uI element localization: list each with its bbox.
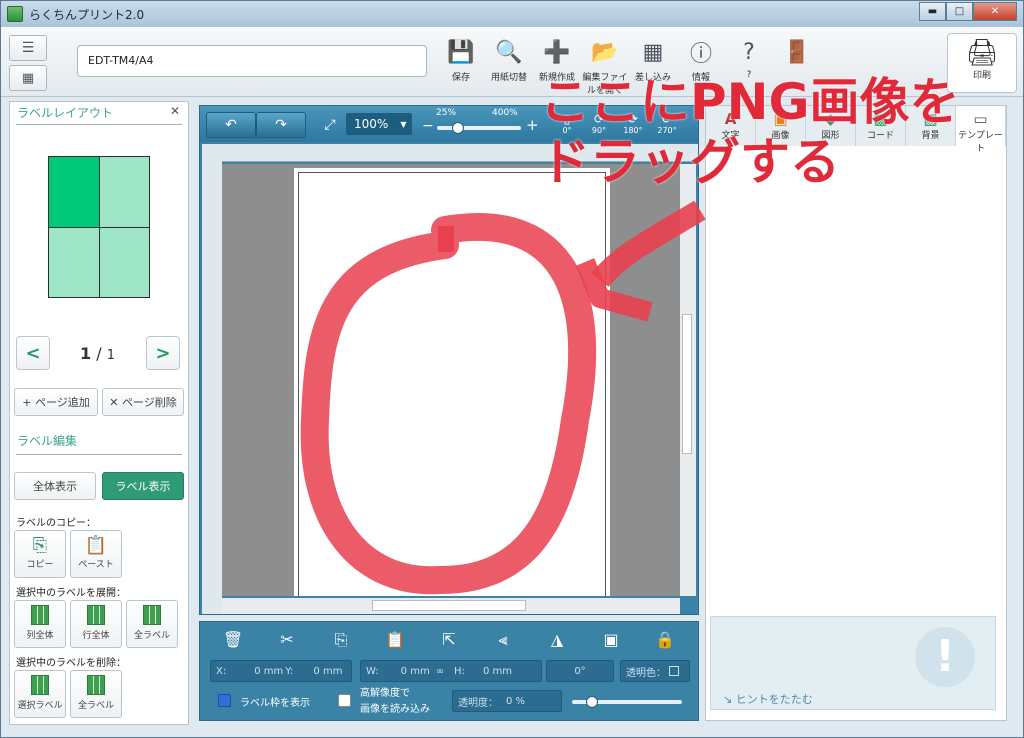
zoom-select[interactable]: 100% ▼ [346, 113, 412, 135]
fit-icon[interactable]: ⤢ [318, 112, 342, 138]
paste-icon: 📋 [84, 535, 108, 556]
prev-page-button[interactable]: < [16, 336, 50, 370]
label-cell[interactable] [99, 227, 149, 297]
transparency-slider-thumb[interactable] [586, 696, 598, 708]
minimize-button[interactable]: ▬ [919, 2, 946, 21]
expand-row-button[interactable]: 行全体 [70, 600, 122, 648]
grid-icon [31, 675, 49, 695]
hires-label-2: 画像を読み込み [360, 704, 430, 715]
label-cell[interactable] [99, 157, 149, 227]
help-icon: ? [743, 39, 755, 65]
lock-icon[interactable]: 🔒 [650, 630, 680, 656]
fit-frame-icon[interactable]: ▣ [596, 630, 626, 656]
delete-page-button[interactable]: ✕ ページ削除 [102, 388, 184, 416]
view-all-button[interactable]: 全体表示 [14, 472, 96, 500]
redo-button[interactable]: ↷ [256, 112, 306, 138]
align-icon[interactable]: ⫷ [488, 630, 518, 656]
label-cell[interactable] [49, 227, 99, 297]
expand-title: 選択中のラベルを展開： [16, 588, 126, 599]
save-button[interactable]: 💾 保存 [437, 37, 485, 96]
close-panel-button[interactable]: ✕ [170, 104, 180, 118]
open-folder-icon: 📂 [591, 39, 619, 65]
hires-label-1: 高解像度で [360, 688, 410, 699]
zoom-min-label: 25% [436, 108, 457, 118]
zoom-slider-thumb[interactable] [452, 122, 464, 134]
zoom-in-button[interactable]: + [526, 116, 539, 134]
grid-icon [143, 605, 161, 625]
next-page-button[interactable]: > [146, 336, 180, 370]
title-bar: らくちんプリント2.0 ▬ □ ✕ [1, 1, 1023, 27]
label-paper[interactable] [298, 172, 606, 596]
app-icon [7, 6, 23, 22]
maximize-button[interactable]: □ [946, 2, 973, 21]
info-icon: ⓘ [689, 42, 712, 67]
paper-switch-button[interactable]: 🔍 用紙切替 [485, 37, 533, 96]
label-layout-grid [48, 156, 150, 298]
grid-icon [31, 605, 49, 625]
save-icon: 💾 [447, 39, 475, 65]
delete-all-button[interactable]: 全ラベル [70, 670, 122, 718]
annotation-text: ここにPNG画像を ドラッグする [540, 73, 960, 191]
merge-icon: ▦ [642, 39, 664, 65]
label-cell[interactable] [49, 157, 99, 227]
copy-icon[interactable]: ⎘ [326, 630, 356, 656]
undo-button[interactable]: ↶ [206, 112, 256, 138]
show-frame-label: ラベル枠を表示 [240, 698, 310, 709]
position-field[interactable]: X: 0 mm Y: 0 mm [210, 660, 352, 682]
delete-icon[interactable]: 🗑 [218, 630, 248, 656]
zoom-out-button[interactable]: − [422, 118, 434, 134]
menu-button[interactable]: ☰ [9, 35, 47, 61]
door-icon: 🚪 [783, 39, 811, 65]
paste-icon[interactable]: 📋 [380, 630, 410, 656]
close-button[interactable]: ✕ [973, 2, 1017, 21]
panel-title: ラベルレイアウト [17, 106, 114, 120]
grid-icon [87, 605, 105, 625]
grid-icon [87, 675, 105, 695]
collapse-hint-link[interactable]: ↘ ヒントをたたむ [723, 691, 813, 707]
insert-panel: A 文字 ▣ 画像 ◆ 図形 ▩ コード ▨ 背景 ▭ テンプレート ! ↘ ヒントをたたむ [705, 105, 1007, 721]
select-icon[interactable]: ⇱ [434, 630, 464, 656]
paste-button[interactable]: 📋 ペースト [70, 530, 122, 578]
transparent-color-field[interactable]: 透明色： [620, 660, 690, 682]
vertical-ruler [202, 144, 222, 614]
size-field[interactable]: W: 0 mm ∞ H: 0 mm [360, 660, 542, 682]
delete-selected-button[interactable]: 選択ラベル [14, 670, 66, 718]
transparency-field[interactable]: 透明度： 0 % [452, 690, 562, 712]
label-edit-title: ラベル編集 [17, 434, 78, 448]
window-title: らくちんプリント2.0 [29, 7, 145, 22]
copy-title: ラベルのコピー： [16, 518, 96, 529]
layer-icon[interactable]: ◮ [542, 630, 572, 656]
expand-all-button[interactable]: 全ラベル [126, 600, 178, 648]
delete-title: 選択中のラベルを削除： [16, 658, 126, 669]
exclamation-icon: ! [915, 627, 975, 687]
view-label-button[interactable]: ラベル表示 [102, 472, 184, 500]
new-file-icon: ➕ [543, 39, 571, 65]
copy-icon: ⎘ [32, 535, 48, 556]
zoom-max-label: 400% [492, 108, 518, 118]
label-layout-panel: ラベルレイアウト ✕ < 1 / 1 > + ページ追加 ✕ ページ削除 ラベル… [9, 101, 189, 725]
zoom-slider[interactable] [437, 122, 521, 134]
link-icon[interactable]: ∞ [436, 666, 444, 677]
model-name-field[interactable]: EDT-TM4/A4 [77, 45, 427, 77]
cut-icon[interactable]: ✂ [272, 630, 302, 656]
add-page-button[interactable]: + ページ追加 [14, 388, 98, 416]
angle-field[interactable]: 0° [546, 660, 614, 682]
properties-panel: 🗑 ✂ ⎘ 📋 ⇱ ⫷ ◮ ▣ 🔒 X: 0 mm Y: 0 mm W: 0 mm ∞ H:… [199, 621, 699, 721]
paper-search-icon: 🔍 [495, 39, 523, 65]
work-area[interactable] [222, 164, 680, 596]
horizontal-scrollbar[interactable] [222, 598, 680, 614]
copy-button[interactable]: ⎘ コピー [14, 530, 66, 578]
printer-icon: 🖨 [965, 38, 999, 68]
transparency-slider[interactable] [572, 696, 682, 708]
expand-column-button[interactable]: 列全体 [14, 600, 66, 648]
show-frame-checkbox[interactable] [218, 694, 231, 707]
hint-box: ! ↘ ヒントをたたむ [710, 616, 996, 710]
page-indicator: 1 / 1 [80, 344, 115, 363]
vertical-scrollbar[interactable] [680, 164, 696, 596]
hires-checkbox[interactable] [338, 694, 351, 707]
layout-menu-button[interactable]: ▦ [9, 65, 47, 91]
